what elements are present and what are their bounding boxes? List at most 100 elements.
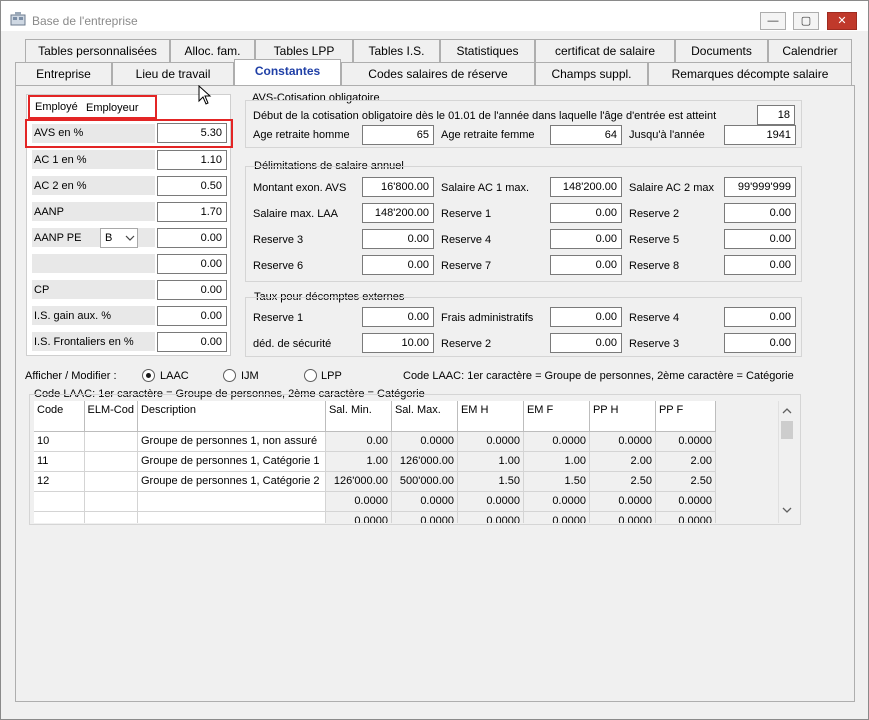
cell-sal-max[interactable]: 0.0000 xyxy=(391,431,458,452)
cell-em-h[interactable]: 1.00 xyxy=(457,451,524,472)
cell-description[interactable] xyxy=(137,511,326,523)
cell-pp-f[interactable]: 0.0000 xyxy=(655,431,716,452)
cell-pp-f[interactable]: 0.0000 xyxy=(655,511,716,523)
radio-laac-label[interactable]: LAAC xyxy=(160,370,189,382)
aanp-rate-field[interactable]: 1.70 xyxy=(157,202,227,222)
cell-elm-code[interactable] xyxy=(84,511,138,523)
cell-sal-max[interactable]: 0.0000 xyxy=(391,491,458,512)
col-header-description[interactable]: Description xyxy=(137,401,326,432)
tab-remarques-decompte[interactable]: Remarques décompte salaire xyxy=(648,62,852,85)
cell-sal-min[interactable]: 0.0000 xyxy=(325,511,392,523)
cell-em-h[interactable]: 0.0000 xyxy=(457,431,524,452)
tab-tables-is[interactable]: Tables I.S. xyxy=(353,39,440,62)
aanp-pe-select[interactable]: B xyxy=(100,228,138,248)
tab-certificat-salaire[interactable]: certificat de salaire xyxy=(535,39,675,62)
is-frontaliers-rate-field[interactable]: 0.00 xyxy=(157,332,227,352)
tab-constantes[interactable]: Constantes xyxy=(234,59,341,85)
cell-pp-h[interactable]: 0.0000 xyxy=(589,511,656,523)
radio-laac[interactable] xyxy=(142,369,155,382)
cell-pp-f[interactable]: 0.0000 xyxy=(655,491,716,512)
table-row[interactable]: 10 Groupe de personnes 1, non assuré 0.00 0… xyxy=(34,431,716,452)
taux-field-reserve-1[interactable]: 0.00 xyxy=(362,307,434,327)
delim-field-reserve-5[interactable]: 0.00 xyxy=(724,229,796,249)
col-header-em-h[interactable]: EM H xyxy=(457,401,524,432)
is-gain-rate-field[interactable]: 0.00 xyxy=(157,306,227,326)
delim-field-reserve-1[interactable]: 0.00 xyxy=(550,203,622,223)
cell-elm-code[interactable] xyxy=(84,431,138,452)
scroll-down-icon[interactable] xyxy=(782,507,792,514)
scrollbar-thumb[interactable] xyxy=(781,421,793,439)
cell-pp-h[interactable]: 2.50 xyxy=(589,471,656,492)
cell-description[interactable]: Groupe de personnes 1, Catégorie 2 xyxy=(137,471,326,492)
radio-lpp[interactable] xyxy=(304,369,317,382)
delim-field-reserve-3[interactable]: 0.00 xyxy=(362,229,434,249)
col-header-em-f[interactable]: EM F xyxy=(523,401,590,432)
tab-lieu-de-travail[interactable]: Lieu de travail xyxy=(112,62,234,85)
col-header-code[interactable]: Code xyxy=(34,401,85,432)
taux-field-frais-administratifs[interactable]: 0.00 xyxy=(550,307,622,327)
col-header-elm-code[interactable]: ELM-Cod xyxy=(84,401,138,432)
tab-champs-suppl[interactable]: Champs suppl. xyxy=(535,62,648,85)
cell-sal-min[interactable]: 126'000.00 xyxy=(325,471,392,492)
cell-description[interactable] xyxy=(137,491,326,512)
cell-em-f[interactable]: 0.0000 xyxy=(523,491,590,512)
delim-field-montant-exon-avs[interactable]: 16'800.00 xyxy=(362,177,434,197)
cell-code[interactable]: 10 xyxy=(34,431,85,452)
tab-entreprise[interactable]: Entreprise xyxy=(15,62,112,85)
cell-sal-max[interactable]: 0.0000 xyxy=(391,511,458,523)
cell-elm-code[interactable] xyxy=(84,471,138,492)
delim-field-salaire-ac1-max[interactable]: 148'200.00 xyxy=(550,177,622,197)
cell-code[interactable]: 11 xyxy=(34,451,85,472)
cell-description[interactable]: Groupe de personnes 1, non assuré xyxy=(137,431,326,452)
tab-codes-salaires-reserve[interactable]: Codes salaires de réserve xyxy=(341,62,535,85)
avs-start-age-field[interactable]: 18 xyxy=(757,105,795,125)
cell-sal-min[interactable]: 1.00 xyxy=(325,451,392,472)
delim-field-reserve-8[interactable]: 0.00 xyxy=(724,255,796,275)
cell-code[interactable] xyxy=(34,491,85,512)
table-row[interactable]: 0.0000 0.0000 0.0000 0.0000 0.0000 0.0000 xyxy=(34,511,716,523)
cell-em-f[interactable]: 1.50 xyxy=(523,471,590,492)
retire-female-field[interactable]: 64 xyxy=(550,125,622,145)
col-header-pp-f[interactable]: PP F xyxy=(655,401,716,432)
cell-em-h[interactable]: 1.50 xyxy=(457,471,524,492)
cell-em-f[interactable]: 0.0000 xyxy=(523,511,590,523)
cp-rate-field[interactable]: 0.00 xyxy=(157,280,227,300)
cell-pp-f[interactable]: 2.50 xyxy=(655,471,716,492)
cell-pp-h[interactable]: 2.00 xyxy=(589,451,656,472)
scroll-up-icon[interactable] xyxy=(782,407,792,414)
table-row[interactable]: 0.0000 0.0000 0.0000 0.0000 0.0000 0.0000 xyxy=(34,491,716,512)
cell-pp-h[interactable]: 0.0000 xyxy=(589,491,656,512)
retire-male-field[interactable]: 65 xyxy=(362,125,434,145)
until-year-field[interactable]: 1941 xyxy=(724,125,796,145)
col-header-sal-min[interactable]: Sal. Min. xyxy=(325,401,392,432)
cell-em-h[interactable]: 0.0000 xyxy=(457,491,524,512)
delim-field-reserve-4[interactable]: 0.00 xyxy=(550,229,622,249)
cell-sal-min[interactable]: 0.0000 xyxy=(325,491,392,512)
table-row[interactable]: 11 Groupe de personnes 1, Catégorie 1 1.00… xyxy=(34,451,716,472)
ac2-rate-field[interactable]: 0.50 xyxy=(157,176,227,196)
cell-elm-code[interactable] xyxy=(84,451,138,472)
tab-documents[interactable]: Documents xyxy=(675,39,768,62)
taux-field-reserve-4[interactable]: 0.00 xyxy=(724,307,796,327)
aanp-pe-rate-field[interactable]: 0.00 xyxy=(157,228,227,248)
col-header-sal-max[interactable]: Sal. Max. xyxy=(391,401,458,432)
cell-em-f[interactable]: 1.00 xyxy=(523,451,590,472)
tab-statistiques[interactable]: Statistiques xyxy=(440,39,535,62)
taux-field-reserve-3[interactable]: 0.00 xyxy=(724,333,796,353)
radio-ijm[interactable] xyxy=(223,369,236,382)
delim-field-salaire-max-laa[interactable]: 148'200.00 xyxy=(362,203,434,223)
cell-description[interactable]: Groupe de personnes 1, Catégorie 1 xyxy=(137,451,326,472)
cell-pp-f[interactable]: 2.00 xyxy=(655,451,716,472)
delim-field-reserve-6[interactable]: 0.00 xyxy=(362,255,434,275)
table-row[interactable]: 12 Groupe de personnes 1, Catégorie 2 126'… xyxy=(34,471,716,492)
close-button[interactable]: ✕ xyxy=(827,12,857,30)
cell-sal-max[interactable]: 126'000.00 xyxy=(391,451,458,472)
col-header-pp-h[interactable]: PP H xyxy=(589,401,656,432)
cell-em-h[interactable]: 0.0000 xyxy=(457,511,524,523)
cell-em-f[interactable]: 0.0000 xyxy=(523,431,590,452)
unnamed-rate-field[interactable]: 0.00 xyxy=(157,254,227,274)
cell-code[interactable]: 12 xyxy=(34,471,85,492)
taux-field-reserve-2[interactable]: 0.00 xyxy=(550,333,622,353)
table-vertical-scrollbar[interactable] xyxy=(778,401,795,523)
ac1-rate-field[interactable]: 1.10 xyxy=(157,150,227,170)
